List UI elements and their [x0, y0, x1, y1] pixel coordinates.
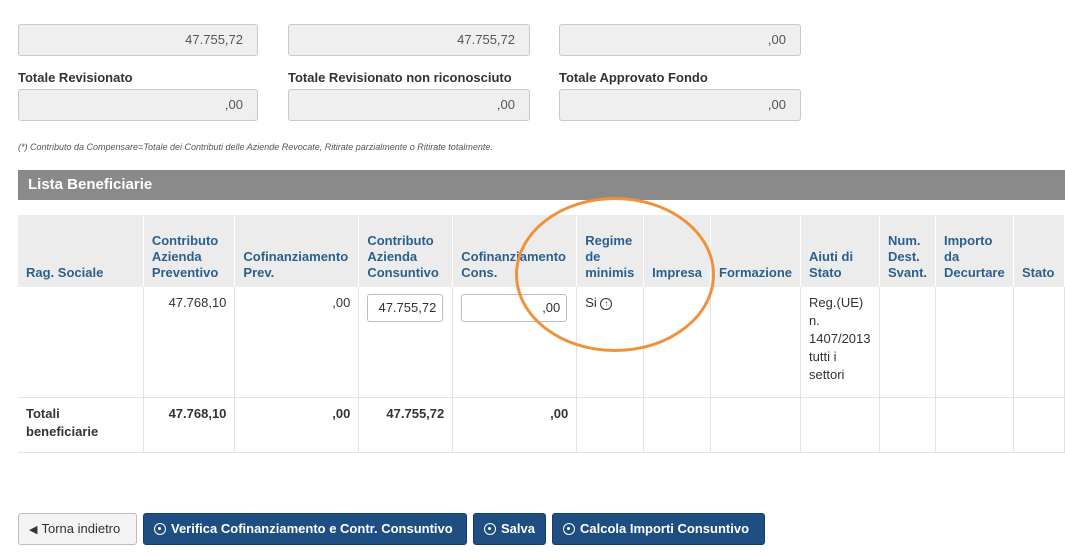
field-totale-rev-non-riconosciuto: ,00	[288, 89, 530, 121]
totals-empty	[1013, 397, 1065, 453]
back-button[interactable]: ◀ Torna indietro	[18, 513, 137, 545]
th-cofinanziamento-prev: Cofinanziamento Prev.	[234, 215, 360, 287]
totals-cofinanziamento-cons: ,00	[452, 397, 578, 453]
totals-empty	[576, 397, 645, 453]
totals-empty	[643, 397, 712, 453]
cell-stato	[1013, 287, 1065, 398]
cell-aiuti-di-stato: Reg.(UE) n. 1407/2013 tutti i settori	[800, 287, 880, 398]
cell-contributo-preventivo: 47.768,10	[143, 287, 236, 398]
beneficiarie-table: Rag. Sociale Contributo Azienda Preventi…	[18, 215, 1065, 453]
field-top-3: ,00	[559, 24, 801, 56]
calcola-button-label: Calcola Importi Consuntivo	[580, 521, 750, 536]
th-cofinanziamento-cons: Cofinanziamento Cons.	[452, 215, 578, 287]
verifica-button-label: Verifica Cofinanziamento e Contr. Consun…	[171, 521, 453, 536]
totals-empty	[710, 397, 802, 453]
th-stato: Stato	[1013, 215, 1065, 287]
field-top-1: 47.755,72	[18, 24, 258, 56]
cell-importo-da-decurtare	[935, 287, 1014, 398]
field-top-2: 47.755,72	[288, 24, 530, 56]
field-totale-revisionato: ,00	[18, 89, 258, 121]
th-contributo-preventivo: Contributo Azienda Preventivo	[143, 215, 236, 287]
cell-regime-de-minimis: Si ↑	[576, 287, 645, 398]
circle-dot-icon	[154, 522, 166, 535]
totals-empty	[800, 397, 880, 453]
cell-cofinanziamento-prev: ,00	[234, 287, 360, 398]
circle-dot-icon	[484, 522, 496, 535]
circle-dot-icon	[563, 522, 575, 535]
field-totale-approvato-fondo: ,00	[559, 89, 801, 121]
back-button-label: Torna indietro	[41, 521, 121, 536]
totals-empty	[879, 397, 937, 453]
th-aiuti-di-stato: Aiuti di Stato	[800, 215, 880, 287]
contributo-consuntivo-input[interactable]: 47.755,72	[367, 294, 444, 322]
salva-button-label: Salva	[501, 521, 535, 536]
cell-impresa	[643, 287, 712, 398]
table-header-row: Rag. Sociale Contributo Azienda Preventi…	[18, 215, 1065, 287]
cell-formazione	[710, 287, 802, 398]
th-num-dest-svant: Num. Dest. Svant.	[879, 215, 937, 287]
th-formazione: Formazione	[710, 215, 802, 287]
totals-label: Totali beneficiarie	[18, 397, 144, 453]
cofinanziamento-cons-input[interactable]: ,00	[461, 294, 568, 322]
th-contributo-consuntivo: Contributo Azienda Consuntivo	[358, 215, 454, 287]
panel-title: Lista Beneficiarie	[18, 170, 1065, 200]
label-totale-revisionato-non-riconosciuto: Totale Revisionato non riconosciuto	[288, 70, 512, 85]
th-impresa: Impresa	[643, 215, 712, 287]
chevron-left-icon: ◀	[29, 524, 38, 536]
calcola-button[interactable]: Calcola Importi Consuntivo	[552, 513, 765, 545]
th-importo-da-decurtare: Importo da Decurtare	[935, 215, 1014, 287]
regime-value: Si	[585, 295, 597, 310]
cell-contributo-consuntivo: 47.755,72	[358, 287, 454, 398]
th-regime-de-minimis: Regime de minimis	[576, 215, 645, 287]
label-totale-approvato-fondo: Totale Approvato Fondo	[559, 70, 708, 85]
totals-cofinanziamento-prev: ,00	[234, 397, 360, 453]
info-icon[interactable]: ↑	[600, 297, 613, 310]
table-row: 47.768,10 ,00 47.755,72 ,00 Si ↑ Reg.(UE…	[18, 287, 1065, 398]
totals-row: Totali beneficiarie 47.768,10 ,00 47.755…	[18, 397, 1065, 453]
salva-button[interactable]: Salva	[473, 513, 546, 545]
cell-rag-sociale	[18, 287, 144, 398]
cell-num-dest-svant	[879, 287, 937, 398]
cell-cofinanziamento-cons: ,00	[452, 287, 578, 398]
totals-contributo-preventivo: 47.768,10	[143, 397, 236, 453]
verifica-button[interactable]: Verifica Cofinanziamento e Contr. Consun…	[143, 513, 467, 545]
totals-contributo-consuntivo: 47.755,72	[358, 397, 454, 453]
th-rag-sociale: Rag. Sociale	[18, 215, 144, 287]
footnote: (*) Contributo da Compensare=Totale dei …	[18, 142, 493, 152]
totals-empty	[935, 397, 1014, 453]
label-totale-revisionato: Totale Revisionato	[18, 70, 133, 85]
